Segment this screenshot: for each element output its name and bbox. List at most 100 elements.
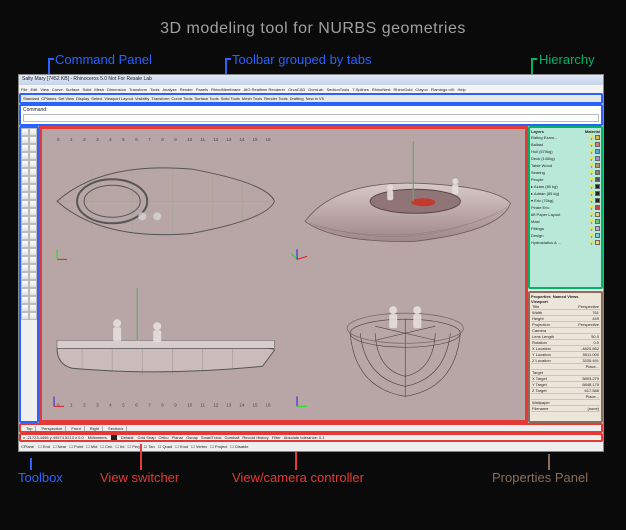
osnap-toggle[interactable]: ☐ End [38, 444, 50, 449]
menu-item[interactable]: DomLab [308, 87, 323, 92]
layer-row[interactable]: Ballast💡 [531, 141, 600, 148]
layer-row[interactable]: Pirate Eric💡 [531, 204, 600, 211]
view-switcher[interactable]: TopPerspectiveFrontRightSections [19, 423, 603, 433]
tool-button[interactable] [21, 272, 29, 280]
menu-item[interactable]: File [21, 87, 27, 92]
tool-button[interactable] [21, 312, 29, 320]
tool-button[interactable] [21, 192, 29, 200]
osnap-toggle[interactable]: ☐ Knot [175, 444, 188, 449]
view-tab[interactable]: Perspective [38, 426, 66, 431]
tool-button[interactable] [29, 264, 37, 272]
status-toggle[interactable]: Planar [172, 435, 184, 440]
status-bar-osnap[interactable]: CPlane ☐ End☐ Near☐ Point☐ Mid☐ Cen☐ Int… [19, 442, 603, 451]
osnap-toggle[interactable]: ☐ Int [115, 444, 124, 449]
menu-item[interactable]: Solid [82, 87, 91, 92]
menu-item[interactable]: AIO Realtime Renderer [244, 87, 286, 92]
tool-button[interactable] [29, 272, 37, 280]
toolbar-tab[interactable]: Viewport Layout [104, 96, 133, 101]
menu-item[interactable]: Tools [150, 87, 159, 92]
tool-button[interactable] [21, 240, 29, 248]
view-tab[interactable]: Top [23, 426, 36, 431]
tool-button[interactable] [29, 144, 37, 152]
properties-tab-named[interactable]: Named Views [553, 294, 579, 299]
status-bar-camera[interactable]: x -21723.4496 y 49574.5213 z 0.0 Millime… [19, 433, 603, 442]
status-toggle[interactable]: Ortho [159, 435, 169, 440]
menu-item[interactable]: Panels [196, 87, 208, 92]
command-panel[interactable]: Command: [19, 104, 603, 126]
tool-button[interactable] [21, 176, 29, 184]
tool-button[interactable] [21, 224, 29, 232]
tool-button[interactable] [21, 256, 29, 264]
osnap-toggle[interactable]: ☐ Mid [86, 444, 97, 449]
status-toggle[interactable]: Grid Snap [138, 435, 156, 440]
tool-button[interactable] [29, 208, 37, 216]
menu-item[interactable]: RhinoNest [372, 87, 391, 92]
osnap-toggle[interactable]: ☐ Disable [230, 444, 248, 449]
tool-button[interactable] [29, 296, 37, 304]
menu-item[interactable]: Mesh [94, 87, 104, 92]
tool-button[interactable] [21, 128, 29, 136]
tool-button[interactable] [21, 264, 29, 272]
properties-panel[interactable]: Properties Named Views Viewport TitlePer… [528, 291, 603, 423]
osnap-toggle[interactable]: ☐ Perp [128, 444, 141, 449]
menu-item[interactable]: Curve [52, 87, 63, 92]
layer-row[interactable]: 6ft Paper Layout💡 [531, 211, 600, 218]
tool-button[interactable] [21, 248, 29, 256]
tool-button[interactable] [29, 152, 37, 160]
tool-button[interactable] [29, 224, 37, 232]
menu-item[interactable]: Transform [129, 87, 147, 92]
layer-row[interactable]: Table Wood💡 [531, 162, 600, 169]
osnap-toggle[interactable]: ☐ Vertex [191, 444, 207, 449]
layer-row[interactable]: Rating Exam...💡 [531, 134, 600, 141]
menu-item[interactable]: Render [180, 87, 193, 92]
tool-button[interactable] [21, 184, 29, 192]
tool-button[interactable] [29, 256, 37, 264]
property-row[interactable]: Filename(none) [531, 406, 600, 412]
layer-row[interactable]: ▸ Adrian (85 kg)💡 [531, 190, 600, 197]
toolbar-tab[interactable]: Set View [58, 96, 74, 101]
toolbar-tab[interactable]: Drafting [290, 96, 304, 101]
toolbar-tab[interactable]: Transform [151, 96, 169, 101]
osnap-toggle[interactable]: ☐ Cen [100, 444, 112, 449]
osnap-toggle[interactable]: ☐ Quad [158, 444, 172, 449]
menu-item[interactable]: RhinoGold [394, 87, 413, 92]
tool-button[interactable] [29, 280, 37, 288]
menu-item[interactable]: Flamingo nXt [431, 87, 455, 92]
layer-row[interactable]: Design💡 [531, 232, 600, 239]
hierarchy-panel[interactable]: Layers Material Rating Exam...💡Ballast💡H… [528, 126, 603, 289]
layer-row[interactable]: Fittings💡 [531, 225, 600, 232]
menu-bar[interactable]: FileEditViewCurveSurfaceSolidMeshDimensi… [19, 85, 603, 93]
tool-button[interactable] [21, 208, 29, 216]
tool-button[interactable] [29, 304, 37, 312]
menu-item[interactable]: Clayoo [415, 87, 427, 92]
menu-item[interactable]: OrcaCAD [288, 87, 305, 92]
toolbar-tab[interactable]: Curve Tools [171, 96, 192, 101]
layer-row[interactable]: Hull (570kg)💡 [531, 148, 600, 155]
toolbar-tab[interactable]: CPlanes [41, 96, 56, 101]
tool-button[interactable] [29, 168, 37, 176]
tool-button[interactable] [29, 232, 37, 240]
viewport-right[interactable] [285, 276, 526, 421]
tool-button[interactable] [21, 160, 29, 168]
tool-button[interactable] [21, 152, 29, 160]
layer-row[interactable]: Searing💡 [531, 169, 600, 176]
menu-item[interactable]: Help [457, 87, 465, 92]
osnap-toggle[interactable]: ☐ Tan [144, 444, 155, 449]
tool-button[interactable] [21, 304, 29, 312]
toolbar-tab[interactable]: Standard [23, 96, 39, 101]
view-tab[interactable]: Front [68, 426, 84, 431]
menu-item[interactable]: SectionTools [326, 87, 349, 92]
layer-row[interactable]: Hydrostatics & ...💡 [531, 239, 600, 246]
osnap-toggle[interactable]: ☐ Near [53, 444, 66, 449]
tool-button[interactable] [21, 288, 29, 296]
tool-button[interactable] [21, 136, 29, 144]
tool-button[interactable] [21, 200, 29, 208]
status-toggle[interactable]: SmartTrack [201, 435, 222, 440]
toolbar-tab[interactable]: Display [76, 96, 89, 101]
toolbar-tab[interactable]: Select [91, 96, 102, 101]
tool-button[interactable] [29, 192, 37, 200]
toolbar-tab[interactable]: New in V5 [306, 96, 324, 101]
viewport-top[interactable]: 012345678910111213141516 [42, 129, 283, 274]
tool-button[interactable] [21, 280, 29, 288]
status-toggle[interactable]: Gumball [224, 435, 239, 440]
